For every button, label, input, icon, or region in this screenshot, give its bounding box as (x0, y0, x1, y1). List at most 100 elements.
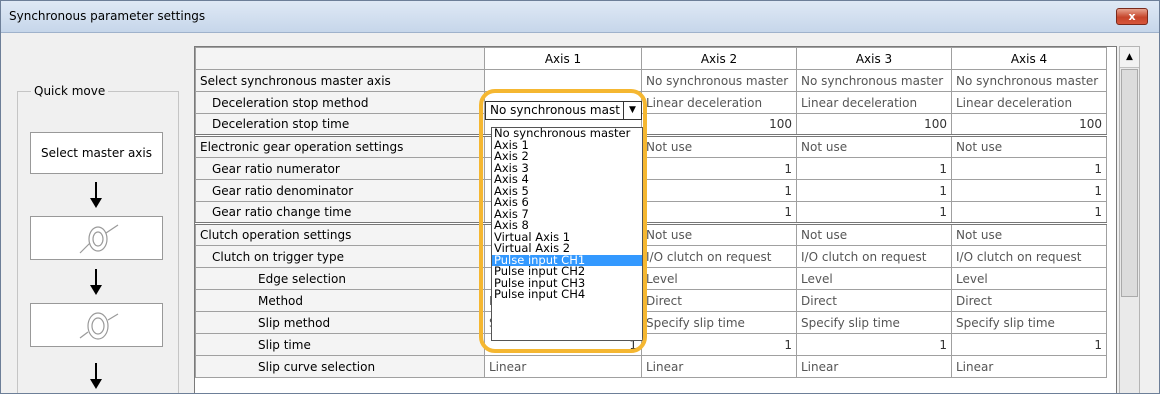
master-axis-combo[interactable]: No synchronous mast ▼ (485, 101, 642, 120)
synchronous-parameter-settings-window: Synchronous parameter settings x Quick m… (0, 0, 1160, 394)
cell-axis-2[interactable]: Not use (641, 134, 797, 158)
table-row: Deceleration stop method Linear decelerat… (195, 91, 1107, 114)
row-label: Gear ratio change time (195, 201, 485, 224)
scroll-up-icon[interactable]: ▲ (1120, 47, 1139, 68)
cell-axis-3[interactable]: Not use (796, 222, 952, 246)
row-label: Electronic gear operation settings (195, 134, 485, 158)
dropdown-option[interactable]: Virtual Axis 2 (492, 243, 642, 255)
row-label: Slip method (195, 311, 485, 334)
table-row: Select synchronous master axis No synchro… (195, 69, 1107, 92)
cell-axis-4[interactable]: Level (951, 267, 1107, 290)
cell-axis-3[interactable]: 1 (796, 157, 952, 180)
cell-axis-1[interactable] (484, 69, 642, 92)
cell-axis-3[interactable]: Level (796, 267, 952, 290)
row-label: Clutch operation settings (195, 222, 485, 246)
dropdown-option[interactable]: Axis 1 (492, 140, 642, 152)
cell-axis-3[interactable]: Specify slip time (796, 311, 952, 334)
column-header: Axis 1 (484, 47, 642, 70)
clutch-icon (79, 312, 119, 340)
dropdown-option[interactable]: Axis 8 (492, 220, 642, 232)
cell-axis-4[interactable]: Not use (951, 222, 1107, 246)
dropdown-option[interactable]: Virtual Axis 1 (492, 232, 642, 244)
gear-quick-move-button[interactable] (30, 216, 163, 260)
table-row: Gear ratio numerator 1 1 1 (195, 157, 1107, 180)
cell-axis-3[interactable]: Linear deceleration (796, 91, 952, 114)
row-label: Gear ratio denominator (195, 179, 485, 202)
cell-axis-2[interactable]: Level (641, 267, 797, 290)
cell-axis-2[interactable]: I/O clutch on request (641, 245, 797, 268)
table-row: Edge selection Level Level Level (195, 267, 1107, 290)
cell-axis-2[interactable]: Not use (641, 222, 797, 246)
row-label: Clutch on trigger type (195, 245, 485, 268)
table-row: Clutch operation settings Not use Not use N… (195, 222, 1107, 246)
scroll-thumb[interactable] (1121, 69, 1138, 297)
cell-axis-3[interactable]: 1 (796, 179, 952, 202)
cell-axis-3[interactable]: I/O clutch on request (796, 245, 952, 268)
table-row: Clutch on trigger type I/O clutch on requ… (195, 245, 1107, 268)
clutch-quick-move-button[interactable] (30, 303, 163, 347)
master-axis-dropdown-list[interactable]: No synchronous master Axis 1 Axis 2 Axis 3A… (491, 127, 643, 341)
cell-axis-4[interactable]: Not use (951, 134, 1107, 158)
cell-axis-3[interactable]: Not use (796, 134, 952, 158)
dropdown-option[interactable]: Pulse input CH2 (492, 266, 642, 278)
close-button[interactable]: x (1116, 8, 1148, 25)
cell-axis-2[interactable]: 1 (641, 157, 797, 180)
cell-axis-4[interactable]: I/O clutch on request (951, 245, 1107, 268)
cell-axis-2[interactable]: Linear deceleration (641, 91, 797, 114)
parameter-table: Axis 1 Axis 2 Axis 3 Axis 4 Select synchrono… (195, 47, 1107, 378)
dropdown-option[interactable]: Pulse input CH4 (492, 289, 642, 301)
cell-axis-3[interactable]: Direct (796, 289, 952, 312)
vertical-scrollbar[interactable]: ▲ (1119, 46, 1140, 393)
down-arrow-icon (87, 363, 105, 389)
cell-axis-2[interactable]: Specify slip time (641, 311, 797, 334)
chevron-down-icon[interactable]: ▼ (623, 102, 641, 119)
table-row: Gear ratio change time 1 1 1 (195, 201, 1107, 224)
cell-axis-2[interactable]: 1 (641, 179, 797, 202)
gear-icon (79, 224, 119, 254)
dropdown-option[interactable]: Axis 6 (492, 197, 642, 209)
dropdown-option[interactable]: Axis 7 (492, 209, 642, 221)
cell-axis-2[interactable]: 1 (641, 333, 797, 356)
dropdown-option[interactable]: Axis 2 (492, 151, 642, 163)
cell-axis-4[interactable]: Linear deceleration (951, 91, 1107, 114)
combo-value: No synchronous mast (490, 103, 620, 117)
cell-axis-4[interactable]: 1 (951, 201, 1107, 224)
row-label: Select synchronous master axis (195, 69, 485, 92)
row-label: Slip time (195, 333, 485, 356)
cell-axis-2[interactable]: Linear (641, 355, 797, 378)
cell-axis-4[interactable]: Direct (951, 289, 1107, 312)
dropdown-option[interactable]: Pulse input CH3 (492, 278, 642, 290)
cell-axis-3[interactable]: 1 (796, 201, 952, 224)
cell-axis-4[interactable]: 1 (951, 179, 1107, 202)
cell-axis-4[interactable]: Linear (951, 355, 1107, 378)
dropdown-option[interactable]: No synchronous master (492, 128, 642, 140)
dropdown-option[interactable]: Pulse input CH1 (492, 254, 642, 266)
cell-axis-2[interactable]: 1 (641, 201, 797, 224)
cell-axis-3[interactable]: No synchronous master (796, 69, 952, 92)
cell-axis-2[interactable]: No synchronous master (641, 69, 797, 92)
dropdown-option[interactable]: Axis 3 (492, 163, 642, 175)
cell-axis-4[interactable]: 1 (951, 333, 1107, 356)
table-row: MethodDirectDirectDirectDirect (195, 289, 1107, 312)
cell-axis-3[interactable]: Linear (796, 355, 952, 378)
row-label: Edge selection (195, 267, 485, 290)
column-header: Axis 3 (796, 47, 952, 70)
cell-axis-3[interactable]: 1 (796, 333, 952, 356)
row-label: Gear ratio numerator (195, 157, 485, 180)
column-header: Axis 4 (951, 47, 1107, 70)
cell-axis-2[interactable]: 100 (641, 113, 797, 136)
cell-axis-4[interactable]: No synchronous master (951, 69, 1107, 92)
select-master-axis-button[interactable]: Select master axis (30, 132, 163, 174)
cell-axis-3[interactable]: 100 (796, 113, 952, 136)
table-row: Gear ratio denominator 1 1 1 (195, 179, 1107, 202)
cell-axis-4[interactable]: 100 (951, 113, 1107, 136)
cell-axis-4[interactable]: Specify slip time (951, 311, 1107, 334)
quick-move-label: Quick move (31, 84, 109, 98)
header-corner (195, 47, 485, 70)
row-label: Slip curve selection (195, 355, 485, 378)
dropdown-option[interactable]: Axis 5 (492, 186, 642, 198)
cell-axis-4[interactable]: 1 (951, 157, 1107, 180)
dropdown-option[interactable]: Axis 4 (492, 174, 642, 186)
cell-axis-2[interactable]: Direct (641, 289, 797, 312)
cell-axis-1[interactable]: Linear (484, 355, 642, 378)
